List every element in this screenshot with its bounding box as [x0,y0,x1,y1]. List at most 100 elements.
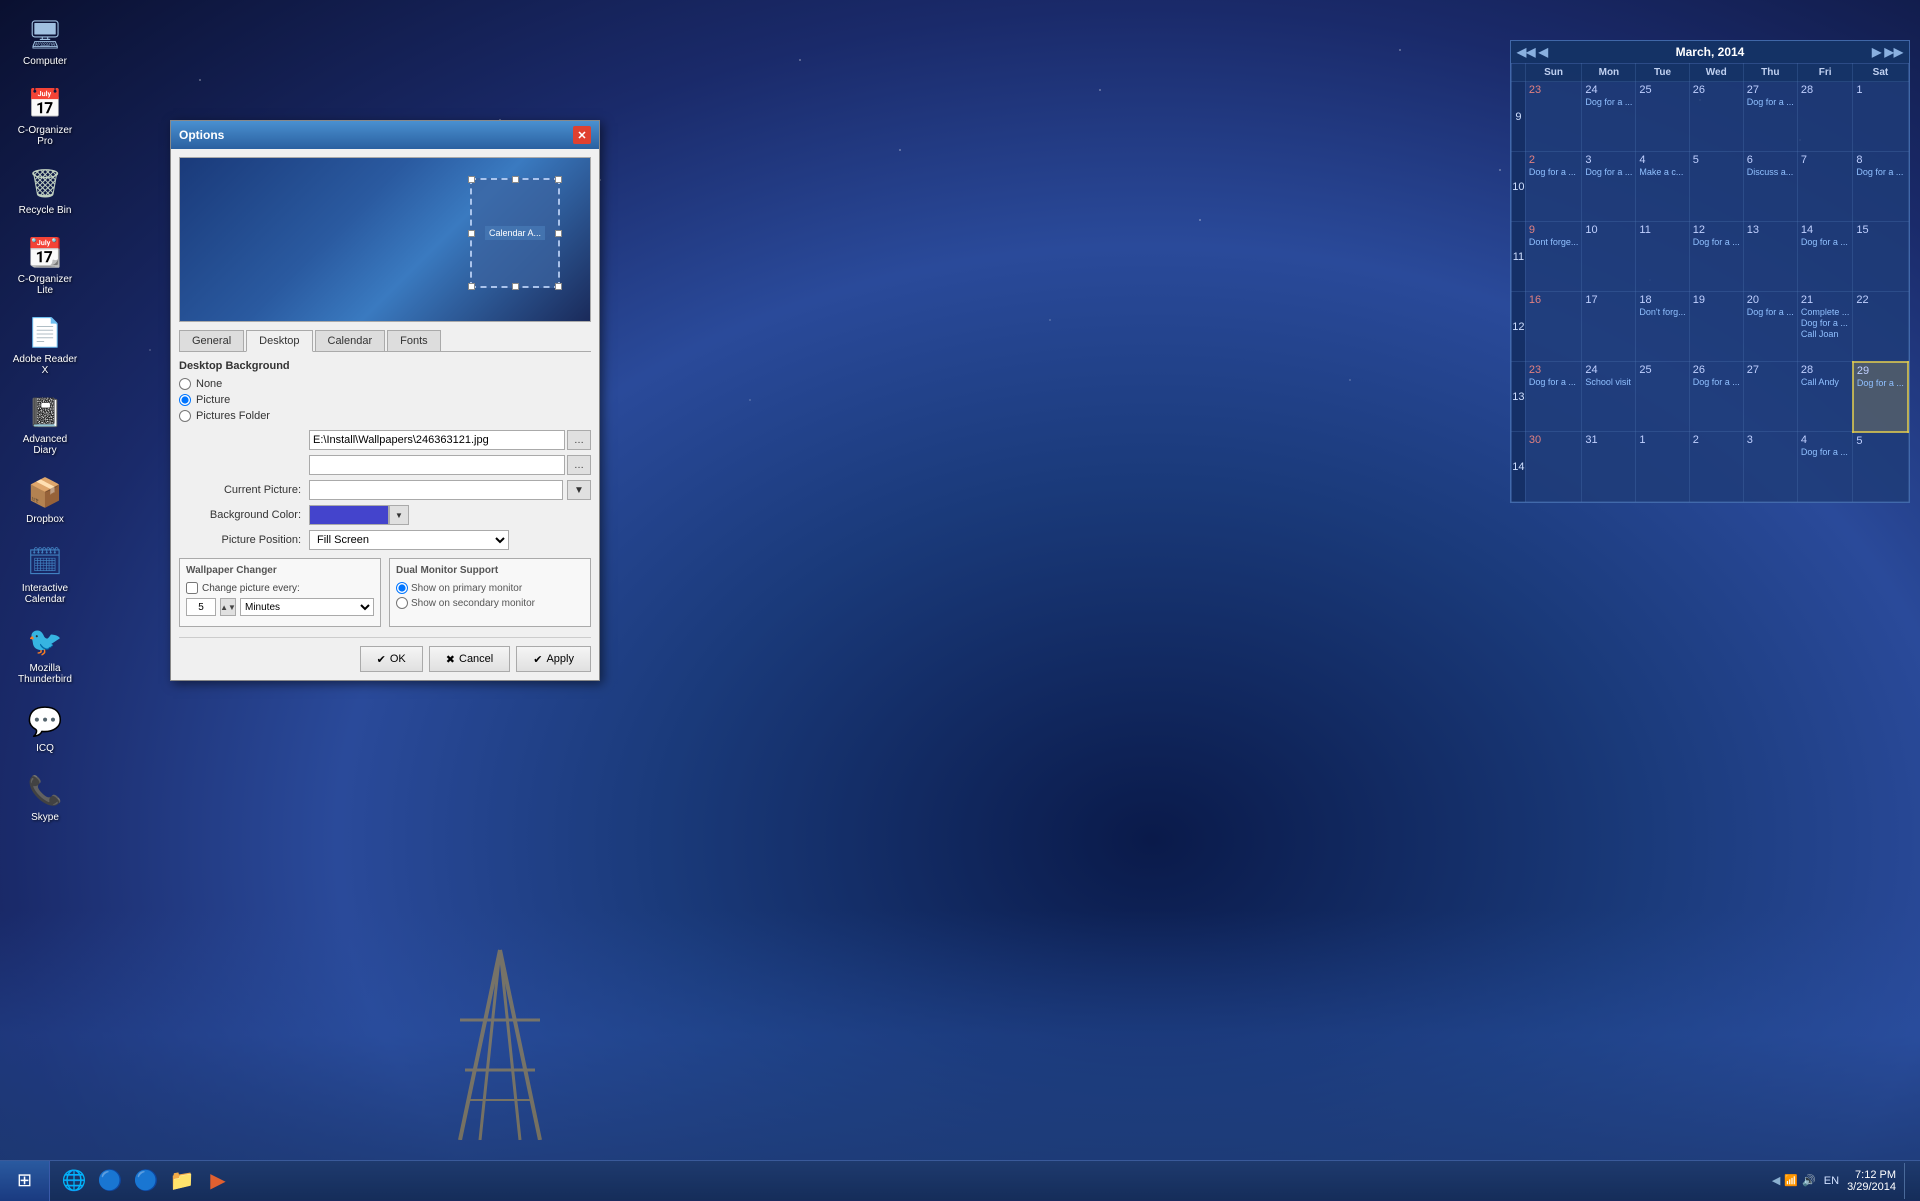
cal-cell-17-row3[interactable]: 17 [1582,292,1636,362]
taskbar-media-icon[interactable]: ▶ [202,1165,234,1197]
cal-cell-11-row2[interactable]: 11 [1636,222,1689,292]
cal-cell-14-row2[interactable]: 14Dog for a ... [1797,222,1853,292]
resize-handle-ml[interactable] [468,230,475,237]
taskbar-browser2-icon[interactable]: 🔵 [130,1165,162,1197]
ok-button[interactable]: ✔ OK [360,646,423,672]
cal-cell-4-row5[interactable]: 4Dog for a ... [1797,432,1853,502]
resize-handle-tr[interactable] [555,176,562,183]
option-none-radio[interactable] [179,378,191,390]
cal-cell-31-row5[interactable]: 31 [1582,432,1636,502]
resize-handle-bl[interactable] [468,283,475,290]
resize-handle-tl[interactable] [468,176,475,183]
cal-cell-3-row1[interactable]: 3Dog for a ... [1582,152,1636,222]
taskbar-ie-icon[interactable]: 🌐 [58,1165,90,1197]
tab-desktop[interactable]: Desktop [246,330,312,352]
taskbar-clock[interactable]: 7:12 PM 3/29/2014 [1847,1169,1896,1193]
cal-cell-4-row1[interactable]: 4Make a c... [1636,152,1689,222]
cal-cell-7-row1[interactable]: 7 [1797,152,1853,222]
picture-path-row: … [179,430,591,450]
desktop-icon-interactivecalendar[interactable]: 🗓 Interactive Calendar [10,537,80,609]
cal-cell-1-row5[interactable]: 1 [1636,432,1689,502]
resize-handle-tc[interactable] [512,176,519,183]
cal-cell-5-row1[interactable]: 5 [1689,152,1743,222]
resize-handle-bc[interactable] [512,283,519,290]
c-organizer-pro-label: C-Organizer Pro [13,125,78,147]
desktop-icon-skype[interactable]: 📞 Skype [10,766,80,827]
cal-cell-13-row2[interactable]: 13 [1743,222,1797,292]
option-folder-radio[interactable] [179,410,191,422]
cal-cell-29-row4[interactable]: 29Dog for a ... [1853,362,1908,432]
picture-path-input[interactable] [309,430,565,450]
cal-cell-18-row3[interactable]: 18Don't forg... [1636,292,1689,362]
primary-monitor-radio[interactable] [396,582,408,594]
cal-cell-28-row0[interactable]: 28 [1797,82,1853,152]
cal-cell-24-row4[interactable]: 24School visit [1582,362,1636,432]
desktop-icon-adobereader[interactable]: 📄 Adobe Reader X [10,308,80,380]
folder-browse-button[interactable]: … [567,455,591,475]
cal-cell-23-row4[interactable]: 23Dog for a ... [1525,362,1582,432]
option-picture-radio[interactable] [179,394,191,406]
interval-input[interactable] [186,598,216,616]
cal-cell-15-row2[interactable]: 15 [1853,222,1908,292]
show-desktop-button[interactable] [1904,1163,1910,1199]
cal-cell-26-row0[interactable]: 26 [1689,82,1743,152]
cal-cell-10-row2[interactable]: 10 [1582,222,1636,292]
calendar-nav-left[interactable]: ◀◀ ◀ [1517,45,1548,59]
start-button[interactable]: ⊞ [0,1161,50,1201]
desktop-icon-computer[interactable]: 🖥 Computer [10,10,80,71]
resize-handle-mr[interactable] [555,230,562,237]
cal-cell-8-row1[interactable]: 8Dog for a ... [1853,152,1908,222]
cal-cell-19-row3[interactable]: 19 [1689,292,1743,362]
cal-cell-5-row5[interactable]: 5 [1853,432,1908,502]
background-color-button[interactable]: ▼ [389,505,409,525]
desktop-icon-corganizerlite[interactable]: 📆 C-Organizer Lite [10,228,80,300]
current-picture-dropdown[interactable]: ▼ [567,480,591,500]
cal-cell-28-row4[interactable]: 28Call Andy [1797,362,1853,432]
taskbar-chrome-icon[interactable]: 🔵 [94,1165,126,1197]
cal-cell-22-row3[interactable]: 22 [1853,292,1908,362]
secondary-monitor-radio[interactable] [396,597,408,609]
taskbar-explorer-icon[interactable]: 📁 [166,1165,198,1197]
desktop-icon-icq[interactable]: 💬 ICQ [10,697,80,758]
desktop-icon-recyclebin[interactable]: 🗑 Recycle Bin [10,159,80,220]
desktop-icon-thunderbird[interactable]: 🐦 Mozilla Thunderbird [10,617,80,689]
cal-cell-25-row0[interactable]: 25 [1636,82,1689,152]
cal-cell-27-row0[interactable]: 27Dog for a ... [1743,82,1797,152]
cal-cell-6-row1[interactable]: 6Discuss a... [1743,152,1797,222]
interval-unit-select[interactable]: Minutes Hours Days [240,598,374,616]
resize-handle-br[interactable] [555,283,562,290]
cal-cell-2-row5[interactable]: 2 [1689,432,1743,502]
change-picture-checkbox[interactable] [186,582,198,594]
tab-general[interactable]: General [179,330,244,351]
dialog-close-button[interactable]: ✕ [573,126,591,144]
systray-arrows[interactable]: ◀ [1772,1174,1780,1187]
cal-cell-27-row4[interactable]: 27 [1743,362,1797,432]
cal-cell-25-row4[interactable]: 25 [1636,362,1689,432]
desktop-icon-dropbox[interactable]: 📦 Dropbox [10,468,80,529]
tab-fonts[interactable]: Fonts [387,330,441,351]
desktop-icon-corganizerpro[interactable]: 📅 C-Organizer Pro [10,79,80,151]
cal-cell-9-row2[interactable]: 9Dont forge... [1525,222,1582,292]
cal-cell-20-row3[interactable]: 20Dog for a ... [1743,292,1797,362]
current-picture-input[interactable] [309,480,563,500]
picture-browse-button[interactable]: … [567,430,591,450]
cal-cell-23-row0[interactable]: 23 [1525,82,1582,152]
cal-cell-30-row5[interactable]: 30 [1525,432,1582,502]
picture-position-select[interactable]: Fill Screen Fit Stretch Tile Center [309,530,509,550]
interval-spinner[interactable]: ▲▼ [220,598,236,616]
cal-cell-26-row4[interactable]: 26Dog for a ... [1689,362,1743,432]
cal-cell-21-row3[interactable]: 21Complete ...Dog for a ...Call Joan [1797,292,1853,362]
cal-cell-1-row0[interactable]: 1 [1853,82,1908,152]
cancel-button[interactable]: ✖ Cancel [429,646,510,672]
calendar-nav-right[interactable]: ▶ ▶▶ [1872,45,1903,59]
desktop-icon-advanceddiary[interactable]: 📓 Advanced Diary [10,388,80,460]
cal-cell-16-row3[interactable]: 16 [1525,292,1582,362]
tab-calendar[interactable]: Calendar [315,330,386,351]
cal-cell-12-row2[interactable]: 12Dog for a ... [1689,222,1743,292]
cal-cell-24-row0[interactable]: 24Dog for a ... [1582,82,1636,152]
c-organizer-lite-icon: 📆 [25,232,65,272]
pictures-folder-input[interactable] [309,455,565,475]
apply-button[interactable]: ✔ Apply [516,646,591,672]
cal-cell-2-row1[interactable]: 2Dog for a ... [1525,152,1582,222]
cal-cell-3-row5[interactable]: 3 [1743,432,1797,502]
